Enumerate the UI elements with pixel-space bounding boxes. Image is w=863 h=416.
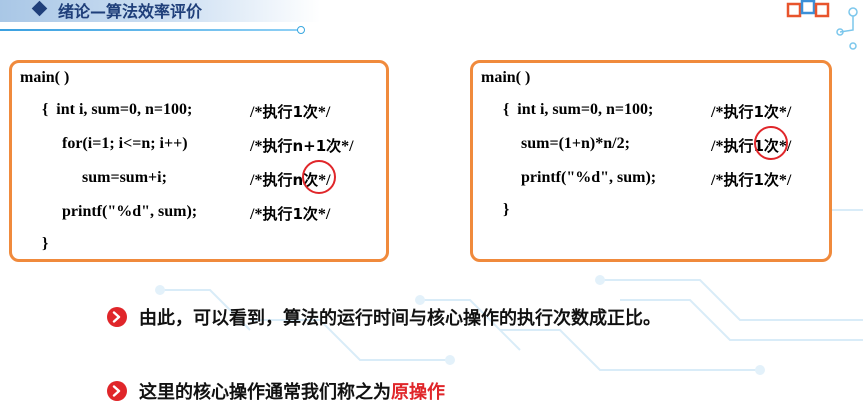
cube-logo-icon (786, 0, 830, 18)
bullet-highlight: 原操作 (391, 382, 445, 403)
code-comment: /*执行1次*/ (250, 101, 330, 122)
comment-close: */ (341, 138, 354, 155)
code-line: { int i, sum=0, n=100; (42, 101, 193, 118)
comment-open: /* (711, 104, 724, 121)
code-comment: /*执行1次*/ (711, 101, 791, 122)
comment-open: /* (250, 138, 263, 155)
left-code-box: main( ) { int i, sum=0, n=100; /*执行1次*/ … (9, 60, 389, 262)
comment-close: */ (778, 104, 792, 121)
chevron-right-icon (107, 307, 127, 327)
header-underline (0, 29, 300, 31)
code-comment: /*执行1次*/ (711, 169, 791, 190)
code-line: for(i=1; i<=n; i++) (62, 135, 188, 152)
comment-close: */ (317, 104, 331, 121)
comment-open: /* (711, 138, 724, 155)
highlight-circle (754, 126, 788, 160)
header-dot-icon (297, 26, 305, 34)
bullet-text: 由此，可以看到，算法的运行时间与核心操作的执行次数成正比。 (139, 308, 661, 329)
comment-open: /* (711, 172, 724, 189)
code-line: main( ) (20, 69, 70, 86)
bullet-point: 这里的核心操作通常我们称之为 原操作 (107, 378, 445, 404)
slide-header: 绪论—算法效率评价 (0, 0, 863, 40)
code-line: } (503, 201, 510, 218)
comment-text: 执行1次 (723, 171, 779, 189)
right-code-box: main( ) { int i, sum=0, n=100; /*执行1次*/ … (470, 60, 832, 262)
highlight-circle (302, 160, 336, 194)
code-line: sum=sum+i; (82, 169, 167, 186)
comment-text: 执行n+1次 (262, 137, 342, 155)
code-line: sum=(1+n)*n/2; (521, 135, 630, 152)
comment-open: /* (250, 172, 263, 189)
code-line: main( ) (481, 69, 531, 86)
code-line: printf("%d", sum); (62, 203, 198, 220)
code-line: } (42, 235, 49, 252)
code-comment: /*执行1次*/ (250, 203, 330, 224)
comment-close: */ (778, 172, 792, 189)
title-sub: 算法效率评价 (106, 2, 203, 21)
comment-open: /* (250, 206, 263, 223)
comment-open: /* (250, 104, 263, 121)
chevron-right-icon (107, 381, 127, 401)
title-separator: — (90, 2, 107, 21)
bullet-point: 由此，可以看到，算法的运行时间与核心操作的执行次数成正比。 (107, 304, 661, 330)
code-line: printf("%d", sum); (521, 169, 657, 186)
comment-close: */ (317, 206, 331, 223)
bullet-text: 这里的核心操作通常我们称之为 (139, 382, 391, 403)
title-main: 绪论 (58, 2, 91, 21)
slide-title: 绪论—算法效率评价 (58, 0, 202, 22)
code-line: { int i, sum=0, n=100; (503, 101, 654, 118)
comment-text: 执行1次 (262, 205, 318, 223)
comment-text: 执行1次 (723, 103, 779, 121)
comment-text: 执行1次 (262, 103, 318, 121)
code-comment: /*执行n+1次*/ (250, 135, 354, 156)
